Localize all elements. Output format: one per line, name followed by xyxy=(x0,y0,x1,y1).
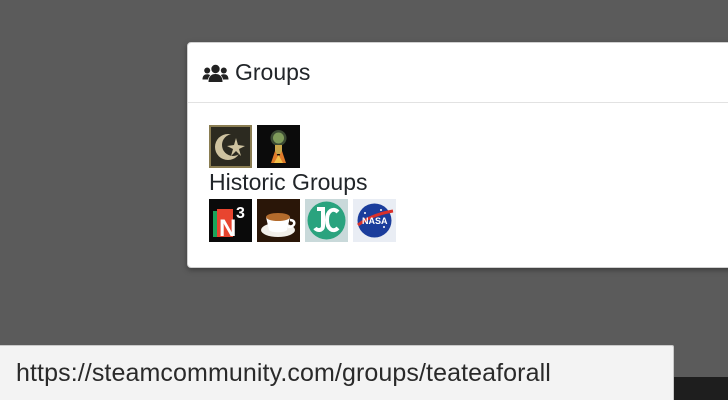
rocket-bot-icon xyxy=(257,125,300,168)
crescent-star-icon xyxy=(209,125,252,168)
historic-groups-heading: Historic Groups xyxy=(209,169,368,195)
svg-text:3: 3 xyxy=(236,205,245,222)
users-icon xyxy=(202,63,229,83)
group-icon-crescent-star[interactable] xyxy=(209,125,252,168)
group-icon-teacup[interactable] xyxy=(257,199,300,242)
teacup-icon xyxy=(257,199,300,242)
current-groups-row xyxy=(209,125,728,168)
n3-logo-icon: N 3 xyxy=(209,199,252,242)
groups-panel-title: Groups xyxy=(235,59,311,85)
groups-panel-body: Historic Groups N 3 NASA xyxy=(188,103,728,242)
group-icon-nasa[interactable]: NASA xyxy=(353,199,396,242)
group-icon-jc[interactable] xyxy=(305,199,348,242)
nasa-logo-icon: NASA xyxy=(353,199,396,242)
historic-groups-row: N 3 NASA xyxy=(209,199,728,242)
browser-status-bar: https://steamcommunity.com/groups/teatea… xyxy=(0,345,674,400)
bottom-dark-strip xyxy=(674,377,728,400)
jc-logo-icon xyxy=(305,199,348,242)
svg-text:N: N xyxy=(219,215,236,242)
status-bar-url: https://steamcommunity.com/groups/teatea… xyxy=(16,358,551,387)
group-icon-rocket-bot[interactable] xyxy=(257,125,300,168)
group-icon-n3[interactable]: N 3 xyxy=(209,199,252,242)
page-backdrop: Groups Historic Groups N 3 NASA https://… xyxy=(0,0,728,400)
svg-text:NASA: NASA xyxy=(362,216,388,226)
groups-panel: Groups Historic Groups N 3 NASA xyxy=(187,42,728,268)
groups-panel-header: Groups xyxy=(188,43,728,103)
